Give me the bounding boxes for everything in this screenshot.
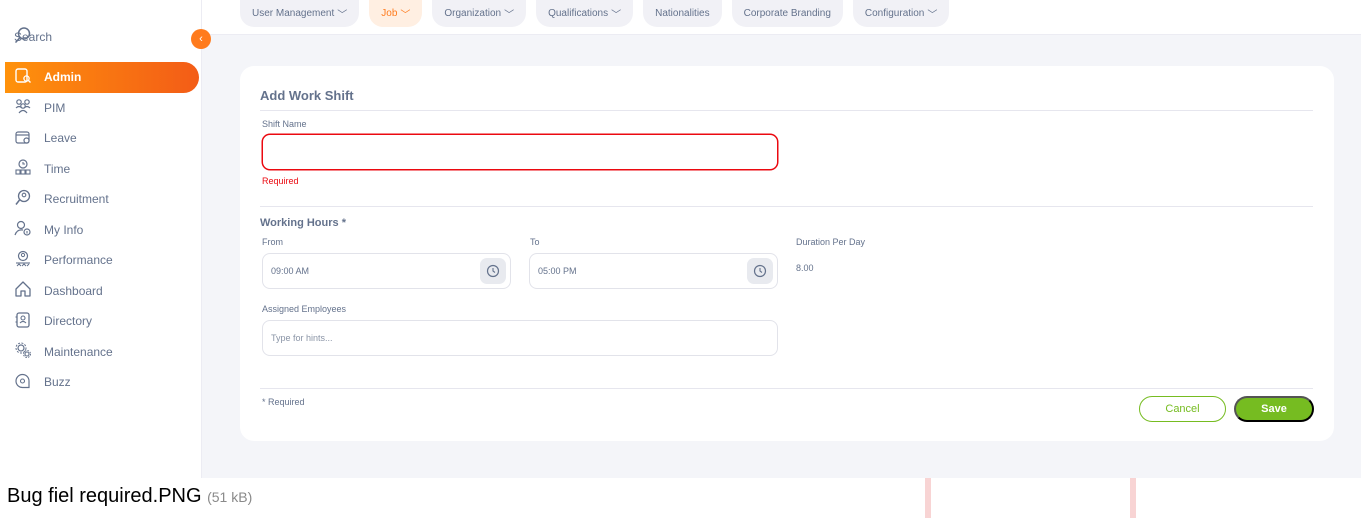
from-label: From (262, 237, 283, 247)
sidebar-item-performance[interactable]: Performance (0, 245, 202, 276)
shift-name-label: Shift Name (262, 119, 307, 129)
tab-label: Qualifications (548, 8, 609, 19)
top-menu-tabs: User Management ﹀ Job ﹀ Organization ﹀ Q… (240, 0, 950, 27)
sidebar-item-label: Leave (44, 131, 77, 146)
to-time-value: 05:00 PM (538, 266, 577, 276)
sidebar-item-recruitment[interactable]: Recruitment (0, 184, 202, 215)
sidebar-item-buzz[interactable]: Buzz (0, 367, 202, 398)
chevron-down-icon: ﹀ (611, 10, 622, 21)
sidebar-item-directory[interactable]: Directory (0, 306, 202, 337)
sidebar-item-admin[interactable]: Admin (5, 62, 199, 93)
sidebar: Search Admin PIM Leave Time Recruitment (0, 0, 202, 478)
filesize-text: (51 kB) (207, 489, 253, 505)
shift-name-error: Required (262, 176, 299, 186)
tab-job[interactable]: Job ﹀ (369, 0, 423, 27)
tab-label: Organization (444, 8, 502, 19)
sidebar-collapse-button[interactable]: ‹ (191, 29, 211, 49)
title-divider (260, 110, 1313, 111)
watermark-mark (925, 478, 931, 518)
sidebar-item-label: PIM (44, 100, 66, 115)
attachment-filename: Bug fiel required.PNG (51 kB) (7, 485, 252, 508)
from-time-input[interactable]: 09:00 AM (262, 253, 511, 289)
buzz-icon (14, 372, 32, 393)
filename-text: Bug fiel required.PNG (7, 485, 202, 507)
sidebar-nav: Admin PIM Leave Time Recruitment My Info (0, 62, 202, 398)
assigned-employees-input[interactable]: Type for hints... (262, 320, 778, 356)
tab-nationalities[interactable]: Nationalities (643, 0, 722, 27)
sidebar-item-label: Performance (44, 253, 113, 268)
chevron-down-icon: ﹀ (927, 10, 938, 21)
directory-icon (14, 311, 32, 332)
my-info-icon (14, 219, 32, 240)
tab-organization[interactable]: Organization ﹀ (432, 0, 527, 27)
cancel-button[interactable]: Cancel (1139, 396, 1226, 422)
assigned-employees-label: Assigned Employees (262, 304, 347, 314)
tab-label: Configuration (864, 8, 925, 19)
main-content: Add Work Shift Shift Name Required Worki… (202, 35, 1361, 478)
tab-corporate-branding[interactable]: Corporate Branding (731, 0, 843, 27)
performance-icon (14, 250, 32, 271)
recruitment-icon (14, 189, 32, 210)
clock-icon[interactable] (480, 258, 506, 284)
search-label: Search (14, 30, 53, 44)
watermark-mark (1130, 478, 1136, 518)
sidebar-search[interactable]: Search (14, 25, 52, 49)
sidebar-item-time[interactable]: Time (0, 154, 202, 185)
to-label: To (530, 237, 540, 247)
sidebar-item-pim[interactable]: PIM (0, 93, 202, 124)
section-divider (260, 206, 1313, 207)
sidebar-item-leave[interactable]: Leave (0, 123, 202, 154)
pim-icon (14, 97, 32, 118)
sidebar-item-label: Maintenance (44, 344, 113, 359)
maintenance-icon (14, 341, 32, 362)
footer-divider (260, 388, 1313, 389)
tab-qualifications[interactable]: Qualifications ﹀ (536, 0, 634, 27)
sidebar-item-label: My Info (44, 222, 84, 237)
working-hours-title: Working Hours * (260, 217, 346, 229)
tab-label: User Management (252, 8, 335, 19)
tab-user-management[interactable]: User Management ﹀ (240, 0, 360, 27)
chevron-left-icon: ‹ (199, 33, 203, 45)
save-button[interactable]: Save (1234, 396, 1314, 422)
page-title: Add Work Shift (260, 88, 354, 103)
clock-icon[interactable] (747, 258, 773, 284)
sidebar-item-label: Time (44, 161, 71, 176)
sidebar-item-label: Directory (44, 314, 93, 329)
sidebar-item-my-info[interactable]: My Info (0, 215, 202, 246)
attachment-caption: Bug fiel required.PNG (51 kB) (0, 478, 1361, 521)
admin-icon (14, 67, 32, 88)
tab-label: Job (381, 8, 398, 19)
shift-name-input[interactable] (262, 134, 778, 170)
add-work-shift-form: Add Work Shift Shift Name Required Worki… (240, 66, 1334, 441)
to-time-input[interactable]: 05:00 PM (529, 253, 778, 289)
tab-configuration[interactable]: Configuration ﹀ (852, 0, 950, 27)
chevron-down-icon: ﹀ (400, 10, 411, 21)
tab-label: Nationalities (655, 8, 710, 19)
duration-label: Duration Per Day (796, 237, 866, 247)
duration-value: 8.00 (796, 263, 814, 273)
assigned-employees-placeholder: Type for hints... (271, 333, 333, 343)
sidebar-item-maintenance[interactable]: Maintenance (0, 337, 202, 368)
app-window: Search Admin PIM Leave Time Recruitment (0, 0, 1361, 478)
sidebar-item-label: Buzz (44, 375, 71, 390)
leave-icon (14, 128, 32, 149)
top-menu-bar: User Management ﹀ Job ﹀ Organization ﹀ Q… (202, 0, 1361, 35)
time-icon (14, 158, 32, 179)
sidebar-item-label: Dashboard (44, 283, 103, 298)
chevron-down-icon: ﹀ (504, 10, 515, 21)
required-note: * Required (262, 397, 305, 407)
chevron-down-icon: ﹀ (337, 10, 348, 21)
sidebar-item-label: Recruitment (44, 192, 109, 207)
dashboard-icon (14, 280, 32, 301)
from-time-value: 09:00 AM (271, 266, 310, 276)
sidebar-item-dashboard[interactable]: Dashboard (0, 276, 202, 307)
tab-label: Corporate Branding (743, 8, 831, 19)
sidebar-item-label: Admin (44, 70, 82, 85)
